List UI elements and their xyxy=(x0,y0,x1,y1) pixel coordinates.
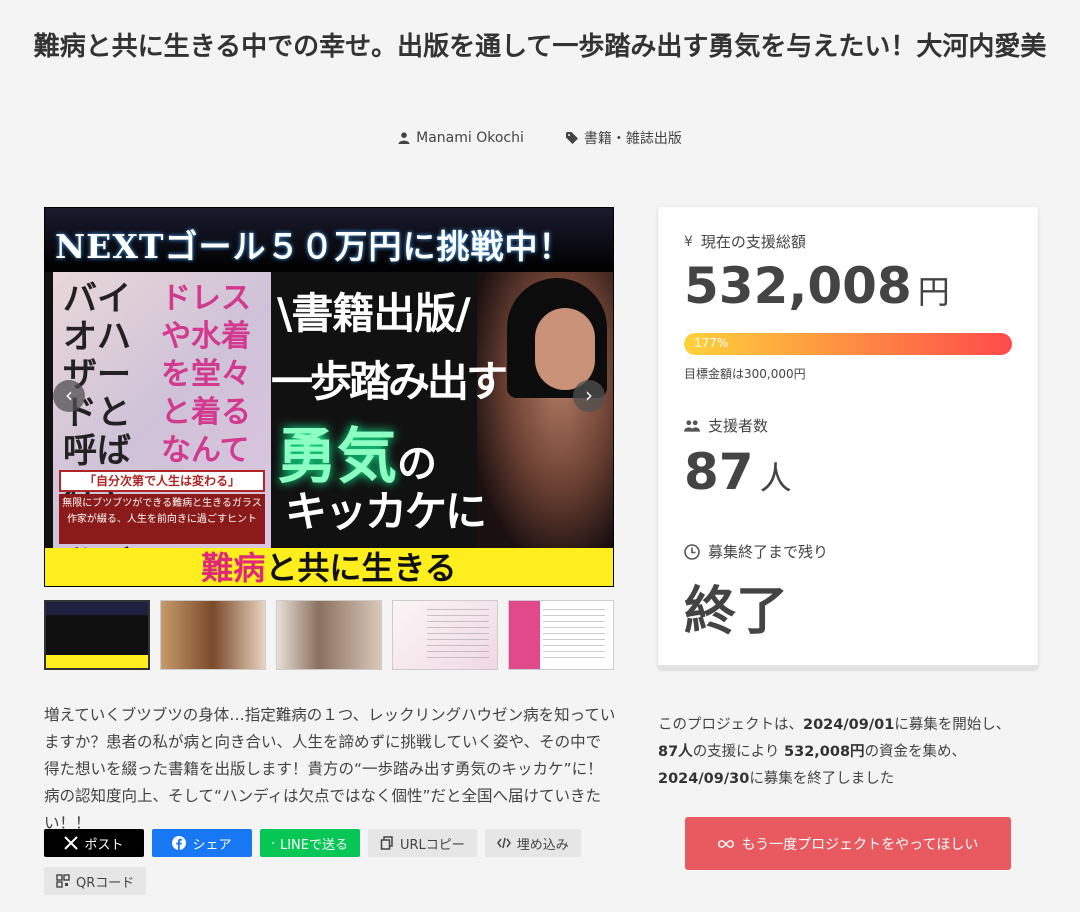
stats-card: ¥ 現在の支援総額 532,008 円 177% 目標金額は300,000円 支援… xyxy=(658,207,1038,669)
author-name: Manami Okochi xyxy=(416,130,524,146)
book-cover: バイオハザードと呼ばれていた私が ドレスや水着を堂々と着るなんて 「自分次第で人… xyxy=(53,272,271,584)
hero-line-1: \書籍出版/ xyxy=(277,289,471,338)
author-photo-face xyxy=(535,308,595,390)
share-buttons: ポスト シェア LINEで送る URLコピー 埋め込み QRコード xyxy=(44,829,616,895)
hero-line-4: キッカケに xyxy=(285,487,487,536)
project-description: 増えていくブツブツの身体…指定難病の１つ、レックリングハウゼン病を知っていますか… xyxy=(44,706,616,832)
progress-bar: 177% xyxy=(684,333,1012,355)
user-icon xyxy=(398,132,410,144)
thumbnail-3[interactable] xyxy=(276,600,382,670)
main-image-carousel[interactable]: NEXTゴール５０万円に挑戦中！ バイオハザードと呼ばれていた私が ドレスや水着… xyxy=(44,207,614,587)
project-title: 難病と共に生きる中での幸せ。出版を通して一歩踏み出す勇気を与えたい！大河内愛美 xyxy=(33,32,1047,62)
hero-line-2: 一歩踏み出す xyxy=(271,357,508,406)
result-summary: このプロジェクトは、2024/09/01に募集を開始し、 87人の支援により 5… xyxy=(658,717,1011,787)
thumbnail-5[interactable] xyxy=(508,600,614,670)
book-banner: 「自分次第で人生は変わる」 xyxy=(59,470,265,492)
embed-button[interactable]: 埋め込み xyxy=(484,829,581,857)
project-meta: Manami Okochi 書籍・雑誌出版 xyxy=(0,128,1080,148)
remaining-value: 終了 xyxy=(684,582,789,642)
clock-icon xyxy=(684,543,700,560)
book-subtitle: 無限にブツブツができる難病と生きるガラス作家が綴る、人生を前向きに過ごすヒント xyxy=(59,494,265,544)
line-icon xyxy=(272,842,274,844)
qr-code-button[interactable]: QRコード xyxy=(44,867,147,895)
backers-count: 87 人 xyxy=(684,443,792,501)
book-title-right: ドレスや水着を堂々と着るなんて xyxy=(161,281,251,468)
carousel-prev-button[interactable]: ‹ xyxy=(53,380,85,412)
yen-icon: ¥ xyxy=(684,233,693,250)
thumbnail-4[interactable] xyxy=(392,600,498,670)
copy-url-button[interactable]: URLコピー xyxy=(368,829,477,857)
category-link[interactable]: 書籍・雑誌出版 xyxy=(565,128,682,148)
users-icon xyxy=(684,419,700,432)
author-link[interactable]: Manami Okochi xyxy=(398,128,524,148)
carousel-next-button[interactable]: › xyxy=(573,380,605,412)
thumbnail-strip xyxy=(44,600,614,670)
hero-bottom-band: 難病と共に生きる xyxy=(45,548,613,586)
target-amount: 目標金額は300,000円 xyxy=(684,367,806,381)
total-label: ¥ 現在の支援総額 xyxy=(684,233,806,251)
share-x-button[interactable]: ポスト xyxy=(44,829,144,857)
request-again-button[interactable]: もう一度プロジェクトをやってほしい xyxy=(685,817,1011,870)
x-logo-icon xyxy=(64,836,79,850)
infinity-icon xyxy=(717,839,734,848)
category-name: 書籍・雑誌出版 xyxy=(583,131,682,147)
qr-icon xyxy=(56,874,70,888)
share-line-button[interactable]: LINEで送る xyxy=(260,829,360,857)
tag-icon xyxy=(565,132,578,144)
backers-label: 支援者数 xyxy=(684,415,768,436)
progress-percent: 177% xyxy=(694,336,729,350)
thumbnail-2[interactable] xyxy=(160,600,266,670)
facebook-icon xyxy=(172,836,187,850)
remaining-label: 募集終了まで残り xyxy=(684,541,828,562)
hero-top-text: NEXTゴール５０万円に挑戦中！ xyxy=(55,227,573,266)
thumbnail-1[interactable] xyxy=(44,600,150,670)
code-icon xyxy=(496,837,511,849)
share-facebook-button[interactable]: シェア xyxy=(152,829,252,857)
copy-icon xyxy=(380,836,393,850)
total-amount: 532,008 円 xyxy=(684,257,950,315)
